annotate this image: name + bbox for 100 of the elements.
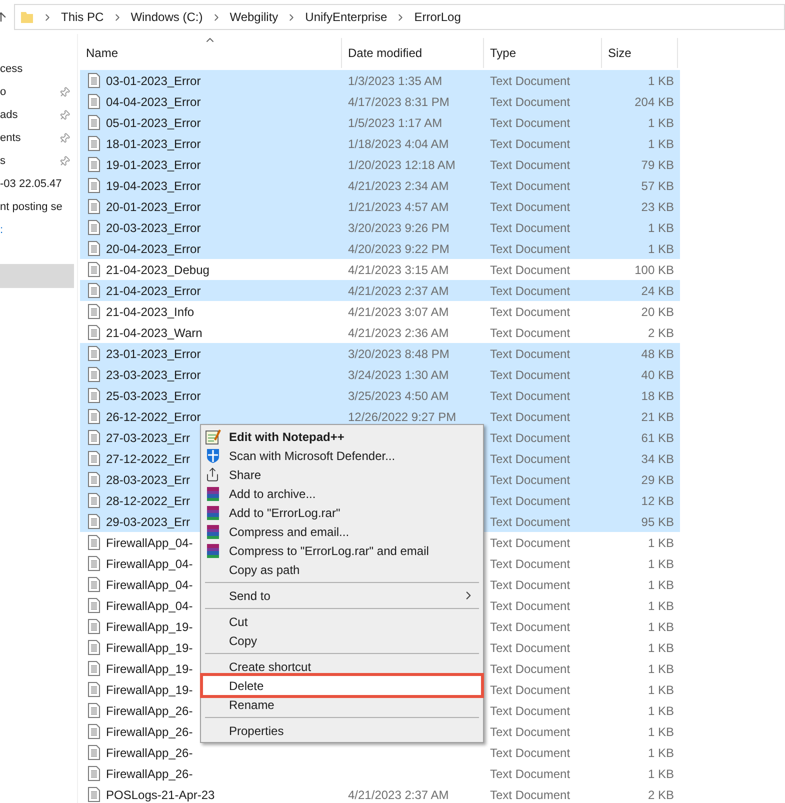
file-type: Text Document [490,304,570,318]
file-size: 1 KB [648,556,674,572]
file-type: Text Document [490,346,570,360]
date-modified: 3/24/2023 1:30 AM [348,368,449,382]
file-type: Text Document [490,536,570,550]
file-name: FirewallApp_04- [106,534,193,552]
file-type: Text Document [490,368,570,382]
file-name: 27-12-2022_Err [106,450,190,468]
file-type: Text Document [490,724,570,738]
date-modified: 3/20/2023 9:26 PM [348,220,450,234]
file-name: FirewallApp_26- [106,702,193,720]
file-name: 25-03-2023_Error [106,388,201,404]
file-name: FirewallApp_19- [106,660,193,678]
file-size: 40 KB [641,366,674,384]
file-size: 18 KB [641,388,674,404]
file-name: 20-03-2023_Error [106,220,201,236]
file-type: Text Document [490,494,570,508]
file-size: 21 KB [641,408,674,426]
date-modified: 1/5/2023 1:17 AM [348,116,442,130]
file-type: Text Document [490,178,570,192]
file-name: 20-01-2023_Error [106,198,201,216]
file-size: 100 KB [634,262,674,278]
file-name: FirewallApp_26- [106,744,193,762]
file-size: 95 KB [641,514,674,530]
date-modified: 1/20/2023 12:18 AM [348,158,456,172]
nav-label: nt posting se [0,200,62,216]
file-size: 1 KB [648,640,674,656]
file-size: 2 KB [648,324,674,342]
file-name: FirewallApp_04- [106,576,193,594]
file-name: FirewallApp_04- [106,598,193,614]
nav-label: ents [0,131,21,146]
file-type: Text Document [490,326,570,340]
file-name: FirewallApp_19- [106,640,193,656]
file-type: Text Document [490,704,570,718]
file-name: FirewallApp_26- [106,724,193,740]
file-name: 28-12-2022_Err [106,492,190,510]
file-type: Text Document [490,788,570,802]
file-size: 1 KB [648,682,674,698]
file-type: Text Document [490,284,570,298]
date-modified: 4/21/2023 3:07 AM [348,304,449,318]
file-type: Text Document [490,682,570,696]
file-name: 20-04-2023_Error [106,240,201,258]
file-name: 23-03-2023_Error [106,366,201,384]
file-name: 19-04-2023_Error [106,178,201,194]
file-size: 79 KB [641,156,674,174]
file-type: Text Document [490,640,570,654]
file-type: Text Document [490,74,570,88]
file-type: Text Document [490,116,570,130]
file-type: Text Document [490,200,570,214]
file-size: 12 KB [641,492,674,510]
file-name: 28-03-2023_Err [106,472,190,488]
file-size: 24 KB [641,282,674,300]
file-size: 1 KB [648,702,674,720]
file-size: 61 KB [641,430,674,446]
file-type: Text Document [490,620,570,634]
date-modified: 4/20/2023 9:22 PM [348,242,450,256]
file-name: 27-03-2023_Err [106,430,190,446]
file-type: Text Document [490,662,570,676]
file-type: Text Document [490,94,570,108]
file-name: FirewallApp_26- [106,766,193,782]
file-size: 23 KB [641,198,674,216]
file-name: 18-01-2023_Error [106,136,201,152]
file-type: Text Document [490,452,570,466]
file-name: 23-01-2023_Error [106,346,201,362]
file-type: Text Document [490,556,570,570]
file-name: 19-01-2023_Error [106,156,201,174]
nav-label: ads [0,108,18,124]
file-size: 20 KB [641,304,674,320]
file-size: 2 KB [648,786,674,803]
file-name: FirewallApp_19- [106,618,193,636]
file-name: POSLogs-21-Apr-23 [106,786,215,803]
file-size: 1 KB [648,114,674,132]
file-size: 1 KB [648,618,674,636]
file-type: Text Document [490,746,570,760]
file-size: 1 KB [648,598,674,614]
date-modified: 4/21/2023 2:37 AM [348,788,449,802]
file-size: 1 KB [648,766,674,782]
file-type: Text Document [490,220,570,234]
date-modified: 4/21/2023 2:34 AM [348,178,449,192]
date-modified: 4/21/2023 2:36 AM [348,326,449,340]
file-name: 26-12-2022_Error [106,408,201,426]
file-size: 34 KB [641,450,674,468]
file-size: 57 KB [641,178,674,194]
file-name: 05-01-2023_Error [106,114,201,132]
file-name: 04-04-2023_Error [106,94,201,110]
file-type: Text Document [490,578,570,592]
file-size: 29 KB [641,472,674,488]
file-name: FirewallApp_04- [106,556,193,572]
file-type: Text Document [490,472,570,486]
date-modified: 4/21/2023 3:15 AM [348,262,449,276]
file-size: 1 KB [648,220,674,236]
file-type: Text Document [490,410,570,424]
file-type: Text Document [490,158,570,172]
date-modified: 1/18/2023 4:04 AM [348,136,449,150]
file-size: 204 KB [634,94,674,110]
file-type: Text Document [490,136,570,150]
file-size: 1 KB [648,240,674,258]
file-type: Text Document [490,242,570,256]
nav-label: s [0,154,6,170]
file-size: 1 KB [648,724,674,740]
